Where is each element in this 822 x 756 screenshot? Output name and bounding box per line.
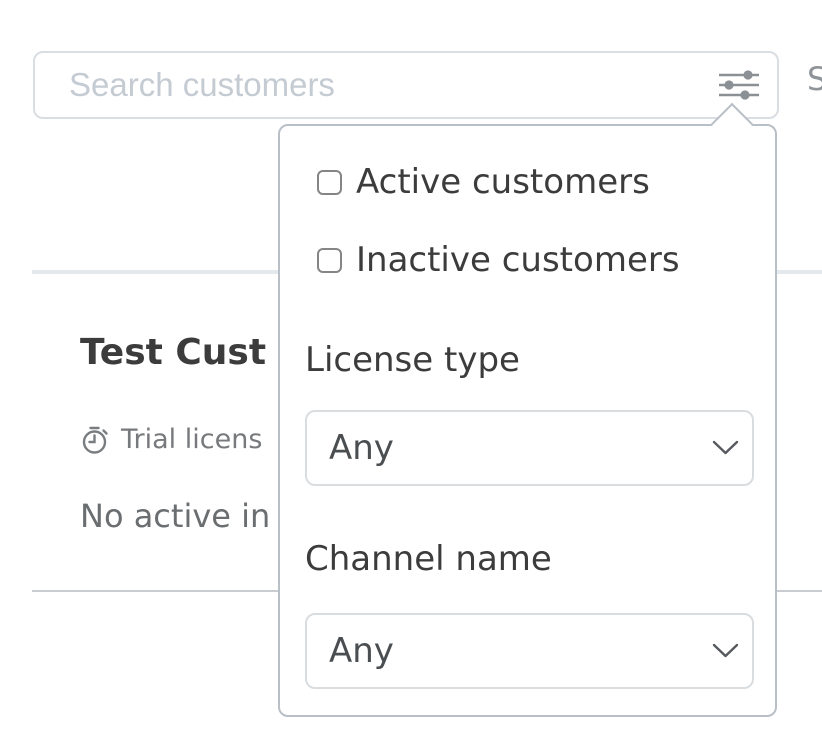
license-type-select[interactable]: Any <box>305 410 754 486</box>
license-status-row: Trial licens <box>81 424 262 455</box>
search-input[interactable] <box>35 53 709 117</box>
channel-name-label: Channel name <box>305 539 552 579</box>
chevron-down-icon <box>712 440 739 456</box>
channel-name-selected-value: Any <box>329 631 394 671</box>
chevron-down-icon <box>712 643 739 659</box>
stopwatch-icon <box>81 425 110 455</box>
sort-control-label-clipped[interactable]: S <box>807 60 822 98</box>
license-status-text: Trial licens <box>121 424 262 455</box>
customers-page: { "search": { "placeholder": "Search cus… <box>0 0 822 756</box>
filter-popover: Active customers Inactive customers Lice… <box>278 124 777 717</box>
search-bar <box>33 51 779 119</box>
inactive-customers-checkbox-row[interactable]: Inactive customers <box>317 240 680 280</box>
sliders-icon <box>716 70 762 100</box>
customer-name-heading: Test Cust <box>80 332 266 373</box>
filter-button[interactable] <box>709 59 769 111</box>
inactive-customers-label: Inactive customers <box>356 240 680 280</box>
license-type-selected-value: Any <box>329 428 394 468</box>
channel-name-select[interactable]: Any <box>305 613 754 689</box>
active-customers-label: Active customers <box>356 162 650 202</box>
license-type-label: License type <box>305 340 520 380</box>
no-active-installs-text: No active in <box>80 497 270 535</box>
active-customers-checkbox[interactable] <box>317 170 342 195</box>
inactive-customers-checkbox[interactable] <box>317 248 342 273</box>
active-customers-checkbox-row[interactable]: Active customers <box>317 162 650 202</box>
